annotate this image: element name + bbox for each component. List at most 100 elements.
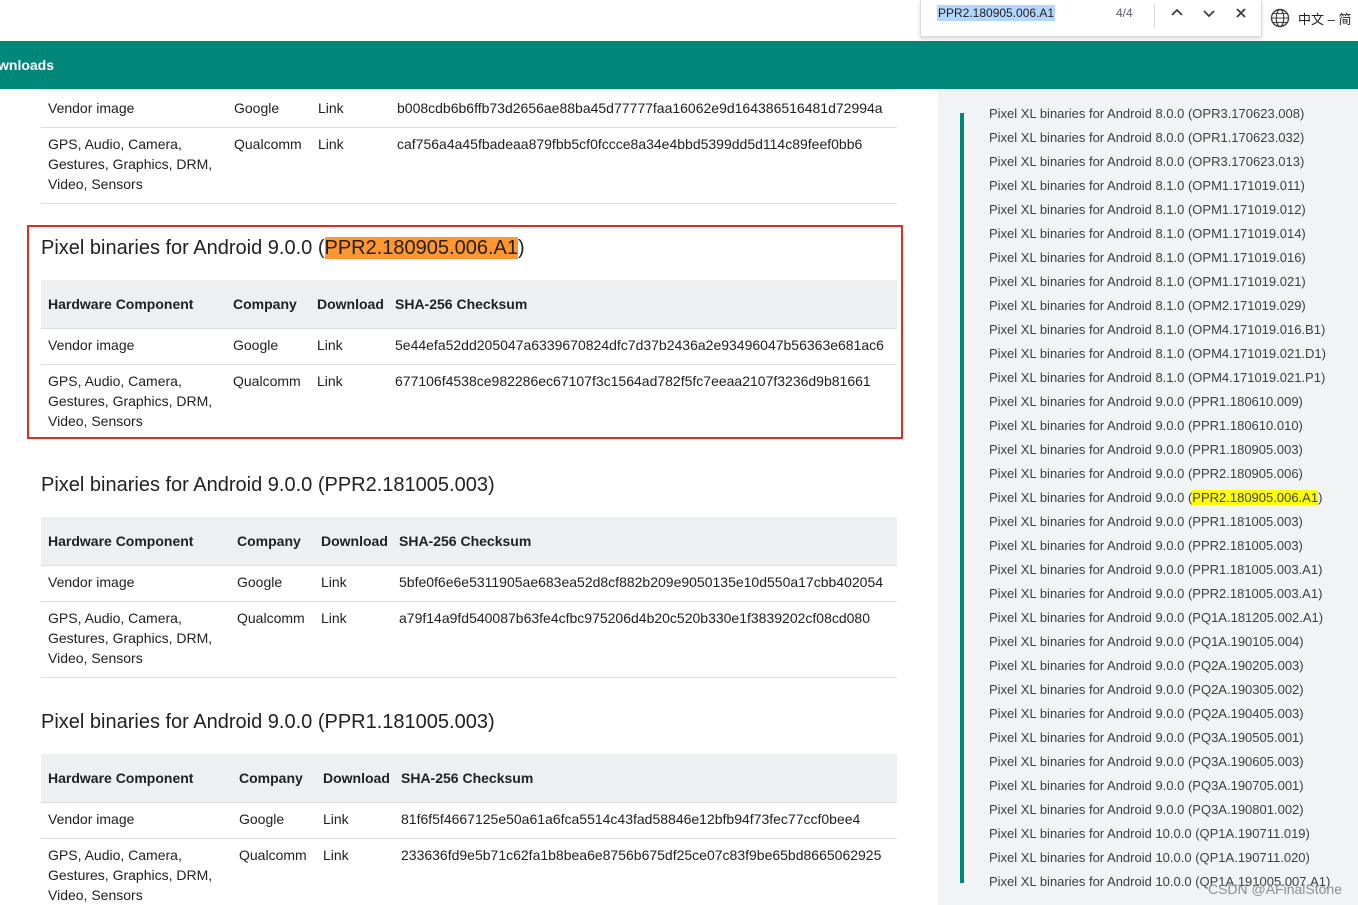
divider [41,203,897,204]
toc-item[interactable]: Pixel XL binaries for Android 10.0.0 (QP… [989,846,1330,870]
hardware-cell: GPS, Audio, Camera, [48,847,182,863]
toc-item[interactable]: Pixel XL binaries for Android 9.0.0 (PQ3… [989,726,1330,750]
download-link[interactable]: Link [323,845,349,865]
hardware-cell: GPS, Audio, Camera, [48,136,182,152]
toc-item[interactable]: Pixel XL binaries for Android 8.1.0 (OPM… [989,342,1330,366]
section-title: Pixel binaries for Android 9.0.0 (PPR2.1… [41,237,525,260]
toc-item[interactable]: Pixel XL binaries for Android 9.0.0 (PQ3… [989,774,1330,798]
hardware-cell: GPS, Audio, Camera, [48,373,182,389]
section-title: Pixel binaries for Android 9.0.0 (PPR1.1… [41,711,495,733]
checksum-cell: 677106f4538ce982286ec67107f3c1564ad782f5… [395,373,871,389]
toc-item[interactable]: Pixel XL binaries for Android 8.1.0 (OPM… [989,366,1330,390]
toc-item[interactable]: Pixel XL binaries for Android 8.0.0 (OPR… [989,150,1330,174]
toc-item-suffix: ) [1318,490,1323,505]
toc-item[interactable]: Pixel XL binaries for Android 8.0.0 (OPR… [989,102,1330,126]
checksum-cell: 5e44efa52dd205047a6339670824dfc7d37b2436… [395,337,884,353]
company-cell: Qualcomm [237,610,305,626]
find-previous-button[interactable] [1166,2,1188,24]
header-hardware: Hardware Component [48,533,194,549]
toc-item[interactable]: Pixel XL binaries for Android 8.1.0 (OPM… [989,246,1330,270]
hardware-cell: GPS, Audio, Camera, [48,610,182,626]
toc-item[interactable]: Pixel XL binaries for Android 9.0.0 (PPR… [989,558,1330,582]
hardware-cell: Vendor image [48,337,135,353]
find-next-button[interactable] [1198,2,1220,24]
toc-item[interactable]: Pixel XL binaries for Android 8.1.0 (OPM… [989,318,1330,342]
hardware-cell: Video, Sensors [48,413,143,429]
checksum-cell: 81f6f5f4667125e50a61a6fca5514c43fad58846… [401,811,861,827]
toc-item[interactable]: Pixel XL binaries for Android 9.0.0 (PQ2… [989,678,1330,702]
toc-item[interactable]: Pixel XL binaries for Android 9.0.0 (PPR… [989,582,1330,606]
company-cell: Qualcomm [233,373,301,389]
find-query-input[interactable]: PPR2.180905.006.A1 [937,5,1056,21]
toc-item[interactable]: Pixel XL binaries for Android 9.0.0 (PPR… [989,390,1330,414]
divider [41,89,897,90]
language-selector[interactable]: 中文 – 简 [1270,6,1351,30]
hardware-cell: Gestures, Graphics, DRM, [48,393,213,409]
toc-item[interactable]: Pixel XL binaries for Android 8.1.0 (OPM… [989,294,1330,318]
header-checksum: SHA-256 Checksum [401,770,534,786]
toc-item[interactable]: Pixel XL binaries for Android 8.0.0 (OPR… [989,126,1330,150]
hardware-cell: Gestures, Graphics, DRM, [48,867,213,883]
download-link[interactable]: Link [317,371,343,391]
download-link[interactable]: Link [321,572,347,592]
header-company: Company [237,533,301,549]
globe-icon [1270,8,1290,28]
toc-item[interactable]: Pixel XL binaries for Android 9.0.0 (PPR… [989,462,1330,486]
hardware-cell: Vendor image [48,100,135,116]
header-company: Company [233,296,297,312]
hardware-cell: Vendor image [48,574,135,590]
find-match-highlight: PPR2.180905.006.A1 [324,237,518,259]
toc-item[interactable]: Pixel XL binaries for Android 9.0.0 (PQ2… [989,654,1330,678]
toc-item[interactable]: Pixel XL binaries for Android 9.0.0 (PPR… [989,510,1330,534]
toc-item[interactable]: Pixel XL binaries for Android 9.0.0 (PPR… [989,438,1330,462]
company-cell: Google [239,811,285,827]
watermark: CSDN @AFinalStone [1207,881,1342,897]
company-cell: Google [237,574,283,590]
company-cell: Google [233,337,279,353]
find-match-count: 4/4 [1116,6,1133,20]
company-cell: Qualcomm [239,847,307,863]
download-link[interactable]: Link [323,809,349,829]
toc-item-prefix: Pixel XL binaries for Android 9.0.0 ( [989,490,1193,505]
toc-item[interactable]: Pixel XL binaries for Android 9.0.0 (PQ1… [989,606,1330,630]
toc-item[interactable]: Pixel XL binaries for Android 8.1.0 (OPM… [989,198,1330,222]
toc-item[interactable]: Pixel XL binaries for Android 8.1.0 (OPM… [989,174,1330,198]
checksum-cell: 233636fd9e5b71c62fa1b8bea6e8756b675df25c… [401,847,882,863]
main-content: Vendor image Google Link b008cdb6b6ffb73… [0,89,938,905]
header-download: Download [323,770,390,786]
divider [41,127,897,128]
sidebar-toc: Pixel XL binaries for Android 8.0.0 (OPR… [938,89,1358,905]
download-link[interactable]: Link [321,608,347,628]
toc-item[interactable]: Pixel XL binaries for Android 9.0.0 (PQ1… [989,630,1330,654]
nav-tab-downloads[interactable]: wnloads [0,57,54,73]
find-bar: PPR2.180905.006.A1 4/4 [920,0,1262,37]
language-label: 中文 – 简 [1298,11,1352,27]
toc-item[interactable]: Pixel XL binaries for Android 9.0.0 (PPR… [989,414,1330,438]
find-match-highlight: PPR2.180905.006.A1 [1192,490,1319,505]
section-title: Pixel binaries for Android 9.0.0 (PPR2.1… [41,474,495,496]
header-company: Company [239,770,303,786]
toc-item[interactable]: Pixel XL binaries for Android 9.0.0 (PQ3… [989,750,1330,774]
toc-item[interactable]: Pixel XL binaries for Android 8.1.0 (OPM… [989,270,1330,294]
toc-list: Pixel XL binaries for Android 8.0.0 (OPR… [989,102,1330,894]
divider [41,601,897,602]
find-close-button[interactable] [1230,2,1252,24]
toc-item-highlighted[interactable]: Pixel XL binaries for Android 9.0.0 (PPR… [989,486,1330,510]
header-checksum: SHA-256 Checksum [395,296,528,312]
download-link[interactable]: Link [317,335,343,355]
find-separator [1154,4,1155,28]
download-link[interactable]: Link [318,98,344,118]
divider [41,838,897,839]
toc-item[interactable]: Pixel XL binaries for Android 8.1.0 (OPM… [989,222,1330,246]
toc-item[interactable]: Pixel XL binaries for Android 9.0.0 (PPR… [989,534,1330,558]
hardware-cell: Gestures, Graphics, DRM, [48,630,213,646]
toc-item[interactable]: Pixel XL binaries for Android 9.0.0 (PQ2… [989,702,1330,726]
download-link[interactable]: Link [318,134,344,154]
divider [41,677,897,678]
company-cell: Google [234,100,280,116]
hardware-cell: Video, Sensors [48,887,143,903]
header-download: Download [317,296,384,312]
toc-item[interactable]: Pixel XL binaries for Android 9.0.0 (PQ3… [989,798,1330,822]
hardware-cell: Gestures, Graphics, DRM, [48,156,213,172]
toc-item[interactable]: Pixel XL binaries for Android 10.0.0 (QP… [989,822,1330,846]
